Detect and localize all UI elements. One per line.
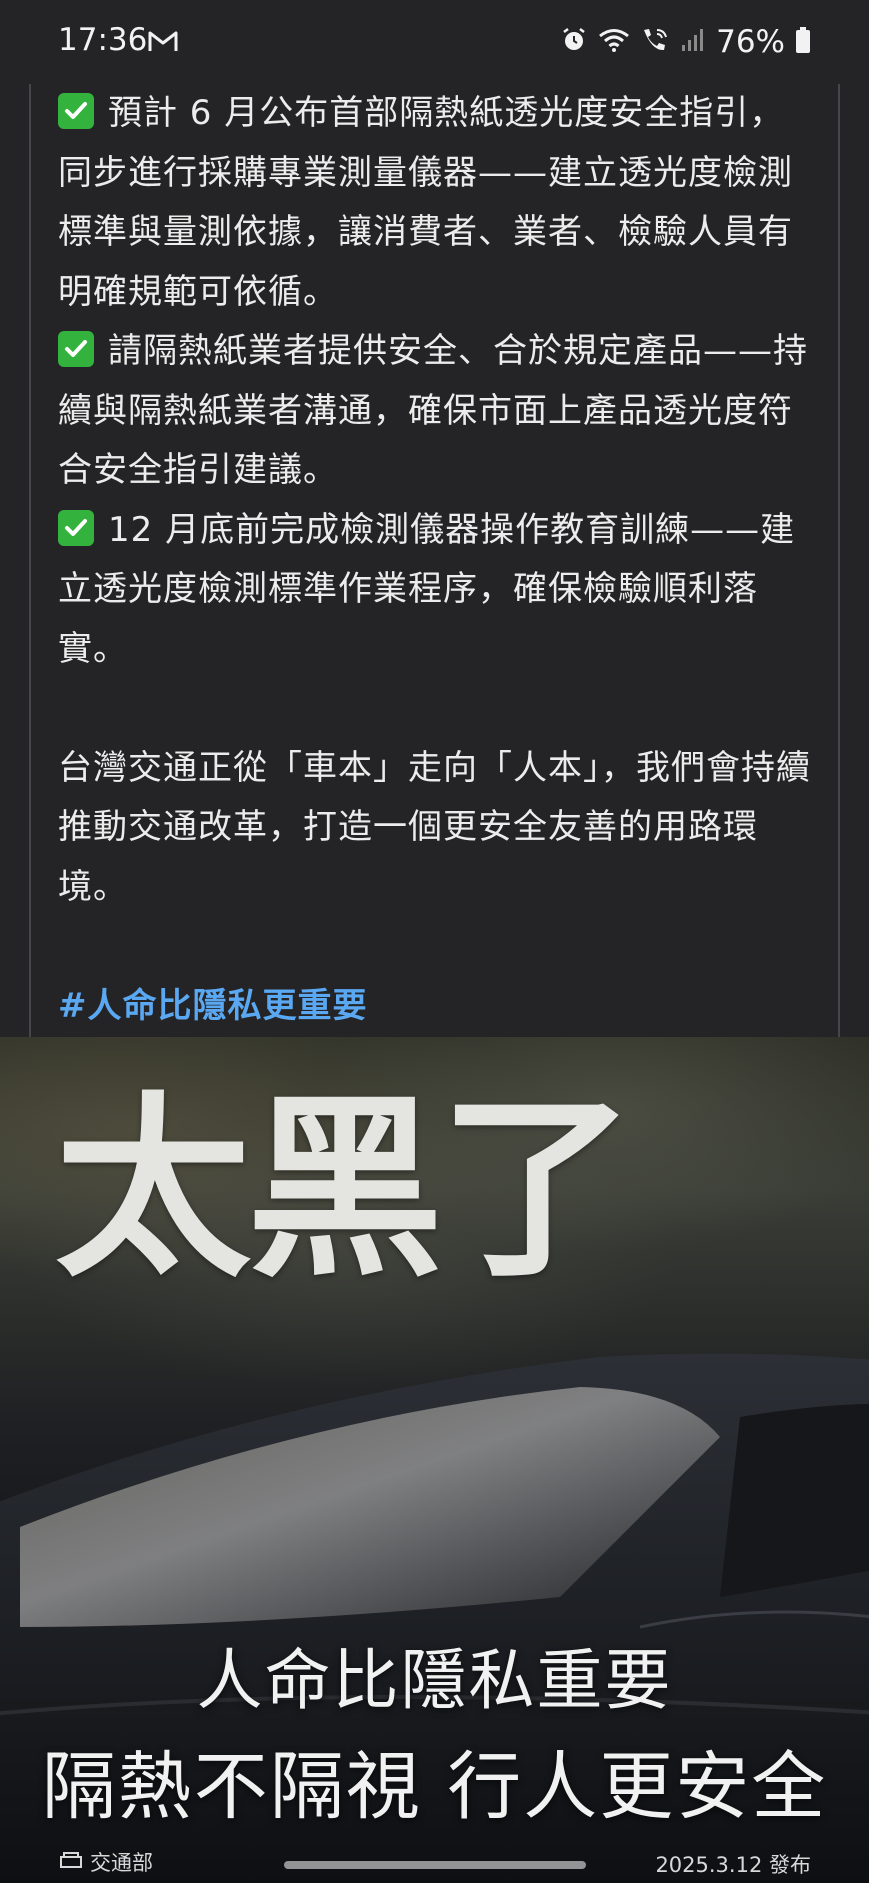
battery-level: 76% (716, 24, 785, 60)
home-indicator[interactable] (284, 1861, 586, 1869)
checklist-item: 預計 6 月公布首部隔熱紙透光度安全指引，同步進行採購專業測量儀器——建立透光度… (58, 84, 818, 322)
check-mark-icon (58, 331, 94, 367)
banner-slogan-line2: 隔熱不隔視 行人更安全 (41, 1744, 828, 1830)
status-time: 17:36 (58, 22, 148, 58)
card-border-right (838, 84, 840, 1037)
closing-paragraph: 台灣交通正從「車本」走向「人本」，我們會持續推動交通改革，打造一個更安全友善的用… (58, 747, 811, 907)
checklist-item-text: 請隔熱紙業者提供安全、合於規定產品——持續與隔熱紙業者溝通，確保市面上產品透光度… (58, 331, 808, 490)
checklist-item-text: 12 月底前完成檢測儀器操作教育訓練——建立透光度檢測標準作業程序，確保檢驗順利… (58, 509, 796, 669)
ministry-logo-icon (60, 1850, 82, 1874)
wifi-icon (598, 27, 630, 57)
publisher-name: 交通部 (90, 1851, 153, 1875)
publish-date: 2025.3.12 發布 (655, 1853, 811, 1877)
post-content: 預計 6 月公布首部隔熱紙透光度安全指引，同步進行採購專業測量儀器——建立透光度… (0, 84, 869, 1037)
post-text: 預計 6 月公布首部隔熱紙透光度安全指引，同步進行採購專業測量儀器——建立透光度… (58, 84, 818, 1036)
banner-title: 太黑了 (55, 1074, 635, 1304)
hashtag-link[interactable]: #人命比隱私更重要 (58, 977, 818, 1037)
alarm-icon (560, 26, 588, 58)
check-mark-icon (58, 509, 94, 546)
gmail-icon (148, 29, 178, 57)
publisher-label: 交通部 (60, 1847, 153, 1877)
banner-slogan-line1: 人命比隱私重要 (196, 1642, 673, 1719)
status-icons: 76% (560, 22, 811, 62)
card-border-left (29, 84, 31, 1037)
status-bar: 17:36 76% (0, 0, 869, 84)
campaign-banner-image[interactable]: 太黑了 人命比隱私重要 隔熱不隔視 行人更安全 交通部 2025.3.12 發布 (0, 1037, 869, 1883)
checklist-item-text: 預計 6 月公布首部隔熱紙透光度安全指引，同步進行採購專業測量儀器——建立透光度… (58, 93, 793, 312)
battery-icon (795, 26, 811, 58)
signal-icon (680, 27, 706, 57)
wifi-calling-icon (640, 26, 670, 58)
check-mark-icon (58, 93, 94, 129)
checklist-item: 請隔熱紙業者提供安全、合於規定產品——持續與隔熱紙業者溝通，確保市面上產品透光度… (58, 322, 818, 501)
checklist-item: 12 月底前完成檢測儀器操作教育訓練——建立透光度檢測標準作業程序，確保檢驗順利… (58, 501, 818, 680)
